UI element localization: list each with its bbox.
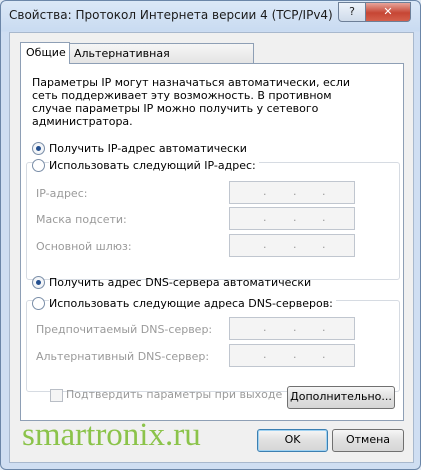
tab-panel-general: Параметры IP могут назначаться автоматич…	[20, 63, 404, 421]
info-text: Параметры IP могут назначаться автоматич…	[32, 76, 351, 128]
dialog-content: Общие Альтернативная конфигурация Параме…	[9, 32, 414, 463]
subnet-mask-label: Маска подсети:	[36, 213, 127, 226]
ip-auto-radio[interactable]	[32, 142, 45, 155]
tab-general[interactable]: Общие	[20, 42, 70, 64]
title-bar[interactable]: Свойства: Протокол Интернета версии 4 (T…	[1, 1, 420, 31]
default-gateway-input[interactable]: ...	[229, 234, 355, 257]
close-button[interactable]: ✕	[365, 2, 411, 22]
subnet-mask-input[interactable]: ...	[229, 207, 355, 230]
cancel-button[interactable]: Отмена	[332, 429, 404, 452]
advanced-button[interactable]: Дополнительно...	[287, 386, 395, 409]
dns-manual-label[interactable]: Использовать следующие адреса DNS-сервер…	[49, 297, 336, 310]
alternate-dns-label: Альтернативный DNS-сервер:	[36, 350, 210, 363]
tab-alternate-config[interactable]: Альтернативная конфигурация	[68, 43, 254, 79]
validate-checkbox[interactable]	[50, 389, 63, 402]
window-title: Свойства: Протокол Интернета версии 4 (T…	[9, 8, 333, 22]
dns-auto-label[interactable]: Получить адрес DNS-сервера автоматически	[49, 276, 311, 289]
ip-address-label: IP-адрес:	[36, 187, 88, 200]
dns-manual-radio[interactable]	[32, 297, 45, 310]
ip-manual-label[interactable]: Использовать следующий IP-адрес:	[49, 159, 259, 172]
default-gateway-label: Основной шлюз:	[36, 240, 132, 253]
ip-address-input[interactable]: ...	[229, 181, 355, 204]
alternate-dns-input[interactable]: ...	[229, 344, 355, 367]
dialog-window: Свойства: Протокол Интернета версии 4 (T…	[0, 0, 421, 470]
ip-manual-radio[interactable]	[32, 159, 45, 172]
watermark: smartronix.ru	[22, 417, 201, 453]
preferred-dns-input[interactable]: ...	[229, 317, 355, 340]
dns-auto-radio[interactable]	[32, 276, 45, 289]
help-button[interactable]: ?	[338, 2, 366, 22]
ip-auto-label[interactable]: Получить IP-адрес автоматически	[49, 142, 247, 155]
preferred-dns-label: Предпочитаемый DNS-сервер:	[36, 323, 213, 336]
validate-label[interactable]: Подтвердить параметры при выходе	[66, 388, 282, 401]
ok-button[interactable]: OK	[257, 429, 328, 452]
